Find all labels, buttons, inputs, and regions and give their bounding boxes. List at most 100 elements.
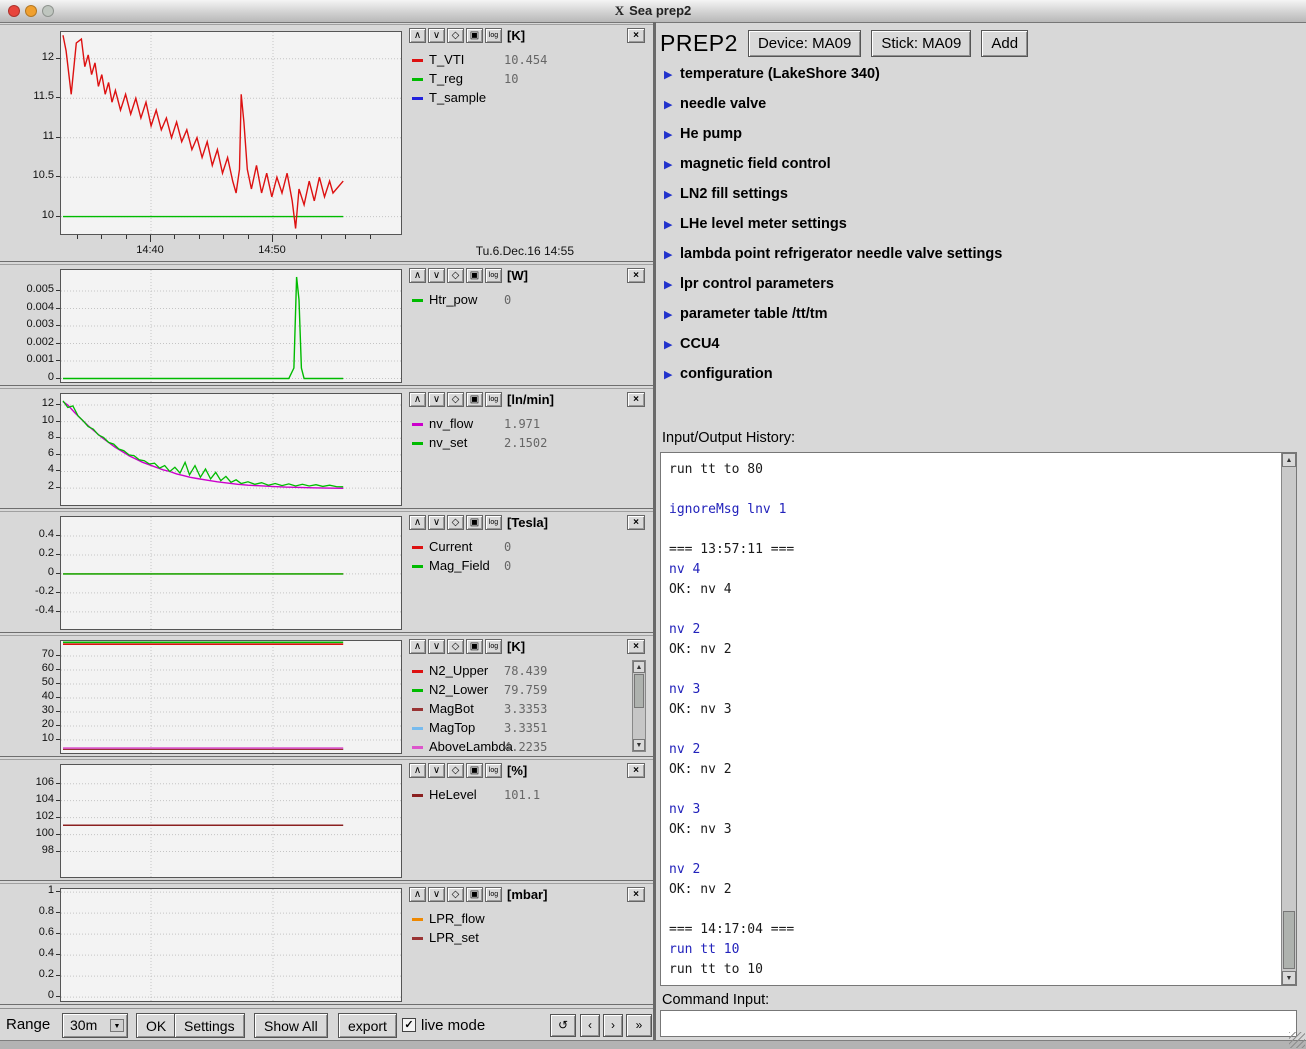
log-scale-button[interactable]: log [485, 515, 502, 530]
overlay-button[interactable]: ▣ [466, 268, 483, 283]
close-chart-button[interactable]: × [627, 268, 645, 283]
chart-plot[interactable] [60, 640, 402, 754]
console-line: run tt to 10 [669, 960, 1274, 980]
chart-plot[interactable] [60, 393, 402, 506]
export-button[interactable]: export [338, 1013, 397, 1038]
autoscale-button[interactable]: ◇ [447, 268, 464, 283]
autoscale-button[interactable]: ◇ [447, 28, 464, 43]
log-scale-button[interactable]: log [485, 28, 502, 43]
overlay-button[interactable]: ▣ [466, 392, 483, 407]
x-axis-tick-label: 14:40 [120, 244, 180, 256]
overlay-button[interactable]: ▣ [466, 887, 483, 902]
log-scale-button[interactable]: log [485, 887, 502, 902]
io-history-console[interactable]: run tt 80run tt to 80 ignoreMsg lnv 1 ==… [660, 452, 1297, 986]
scroll-up-button[interactable]: ▲ [633, 661, 645, 673]
section-label: parameter table /tt/tm [680, 306, 827, 322]
y-axis-tick-label: 11.5 [0, 90, 54, 103]
log-scale-button[interactable]: log [485, 392, 502, 407]
jump-to-now-button[interactable]: » [626, 1014, 652, 1037]
legend-swatch [412, 937, 423, 940]
resize-grip[interactable] [1289, 1032, 1305, 1048]
command-input[interactable] [660, 1010, 1297, 1037]
chart-plot[interactable] [60, 764, 402, 878]
section-magnetic-field-control[interactable]: ▶magnetic field control [662, 152, 1302, 180]
section-label: needle valve [680, 96, 766, 112]
section-lpr-control-parameters[interactable]: ▶lpr control parameters [662, 272, 1302, 300]
stick-button[interactable]: Stick: MA09 [871, 30, 971, 57]
close-chart-button[interactable]: × [627, 392, 645, 407]
legend-name: HeLevel [429, 787, 477, 802]
autoscale-button[interactable]: ◇ [447, 515, 464, 530]
log-scale-button[interactable]: log [485, 639, 502, 654]
minimize-window-button[interactable] [25, 5, 37, 17]
scroll-down-button[interactable]: ▼ [633, 739, 645, 751]
section-parameter-table-tt-tm[interactable]: ▶parameter table /tt/tm [662, 302, 1302, 330]
legend-name: nv_set [429, 435, 467, 450]
chart-plot[interactable] [60, 888, 402, 1002]
section-configuration[interactable]: ▶configuration [662, 362, 1302, 390]
refresh-button[interactable]: ↺ [550, 1014, 576, 1037]
zoom-window-button[interactable] [42, 5, 54, 17]
legend-scrollbar[interactable]: ▲▼ [632, 660, 646, 752]
scroll-down-button[interactable]: ∨ [428, 268, 445, 283]
scroll-up-button[interactable]: ∧ [409, 639, 426, 654]
page-right-button[interactable]: › [603, 1014, 623, 1037]
section-ln2-fill-settings[interactable]: ▶LN2 fill settings [662, 182, 1302, 210]
scrollbar-thumb[interactable] [1283, 911, 1295, 970]
chart-plot[interactable] [60, 516, 402, 630]
scroll-up-button[interactable]: ▲ [1282, 453, 1296, 467]
live-mode-checkbox[interactable]: ✓ [402, 1018, 416, 1032]
close-chart-button[interactable]: × [627, 28, 645, 43]
close-chart-button[interactable]: × [627, 639, 645, 654]
device-button[interactable]: Device: MA09 [748, 30, 861, 57]
page-left-button[interactable]: ‹ [580, 1014, 600, 1037]
section-he-pump[interactable]: ▶He pump [662, 122, 1302, 150]
close-chart-button[interactable]: × [627, 887, 645, 902]
ok-button[interactable]: OK [136, 1013, 176, 1038]
autoscale-button[interactable]: ◇ [447, 887, 464, 902]
close-window-button[interactable] [8, 5, 20, 17]
overlay-button[interactable]: ▣ [466, 28, 483, 43]
scroll-down-button[interactable]: ∨ [428, 639, 445, 654]
scroll-up-button[interactable]: ∧ [409, 887, 426, 902]
section-lambda-point-refrigerator-needle-valve-settings[interactable]: ▶lambda point refrigerator needle valve … [662, 242, 1302, 270]
scroll-up-button[interactable]: ∧ [409, 515, 426, 530]
x-axis-tick [272, 235, 273, 242]
log-scale-button[interactable]: log [485, 268, 502, 283]
legend-value: 79.759 [504, 683, 547, 697]
overlay-button[interactable]: ▣ [466, 639, 483, 654]
section-needle-valve[interactable]: ▶needle valve [662, 92, 1302, 120]
console-scrollbar[interactable]: ▲ ▼ [1281, 453, 1296, 985]
scroll-down-button[interactable]: ∨ [428, 887, 445, 902]
scroll-up-button[interactable]: ∧ [409, 268, 426, 283]
autoscale-button[interactable]: ◇ [447, 639, 464, 654]
scroll-down-button[interactable]: ∨ [428, 392, 445, 407]
autoscale-button[interactable]: ◇ [447, 392, 464, 407]
scroll-down-button[interactable]: ∨ [428, 515, 445, 530]
log-scale-button[interactable]: log [485, 763, 502, 778]
range-select[interactable]: 30m ▼ [62, 1013, 128, 1038]
settings-button[interactable]: Settings [174, 1013, 245, 1038]
y-axis-tick-label: 10 [0, 732, 54, 745]
chart-plot[interactable] [60, 31, 402, 235]
section-ccu4[interactable]: ▶CCU4 [662, 332, 1302, 360]
autoscale-button[interactable]: ◇ [447, 763, 464, 778]
close-chart-button[interactable]: × [627, 763, 645, 778]
window-title: XSea prep2 [615, 0, 692, 22]
section-lhe-level-meter-settings[interactable]: ▶LHe level meter settings [662, 212, 1302, 240]
scrollbar-thumb[interactable] [634, 674, 644, 708]
section-temperature-lakeshore-340[interactable]: ▶temperature (LakeShore 340) [662, 62, 1302, 90]
chart-plot[interactable] [60, 269, 402, 383]
overlay-button[interactable]: ▣ [466, 515, 483, 530]
scroll-up-button[interactable]: ∧ [409, 28, 426, 43]
scroll-down-button[interactable]: ∨ [428, 28, 445, 43]
scroll-down-button[interactable]: ∨ [428, 763, 445, 778]
add-button[interactable]: Add [981, 30, 1028, 57]
titlebar[interactable]: XSea prep2 [0, 0, 1306, 23]
scroll-up-button[interactable]: ∧ [409, 763, 426, 778]
show-all-button[interactable]: Show All [254, 1013, 328, 1038]
overlay-button[interactable]: ▣ [466, 763, 483, 778]
scroll-down-button[interactable]: ▼ [1282, 971, 1296, 985]
scroll-up-button[interactable]: ∧ [409, 392, 426, 407]
close-chart-button[interactable]: × [627, 515, 645, 530]
